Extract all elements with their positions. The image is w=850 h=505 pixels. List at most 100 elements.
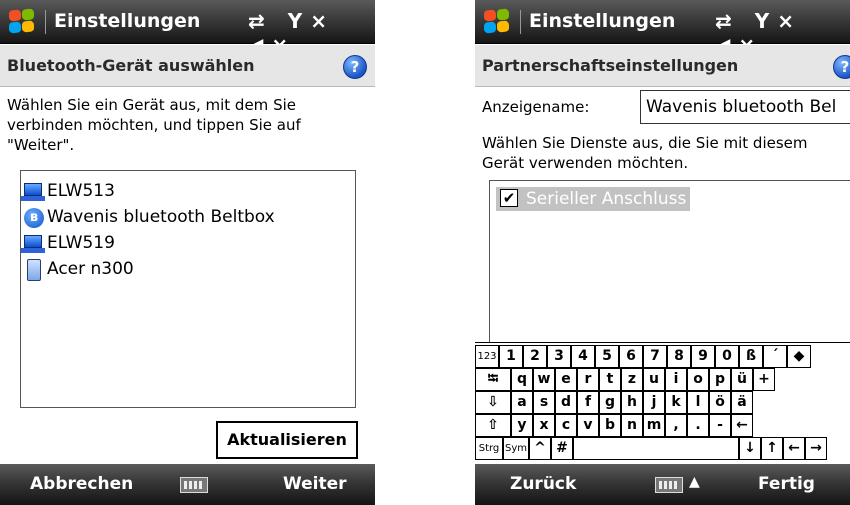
key-left[interactable]: ← (783, 437, 805, 460)
soft-input-keyboard: 123 1 2 3 4 5 6 7 8 9 0 ß ´ ◆ ⭾ q w e r … (475, 342, 850, 464)
key-ae[interactable]: ä (731, 391, 753, 414)
computer-icon (21, 235, 45, 253)
key-period[interactable]: . (687, 414, 709, 437)
key-2[interactable]: 2 (523, 345, 547, 368)
input-panel-arrow-icon[interactable]: ▲ (689, 474, 700, 490)
key-w[interactable]: w (533, 368, 555, 391)
key-c[interactable]: c (555, 414, 577, 437)
key-oe[interactable]: ö (709, 391, 731, 414)
back-softkey[interactable]: Zurück (510, 474, 576, 494)
key-h[interactable]: h (621, 391, 643, 414)
device-label: ELW513 (47, 181, 115, 201)
page-title: Partnerschaftseinstellungen (482, 56, 739, 75)
key-backspace[interactable]: ◆ (787, 345, 811, 368)
key-5[interactable]: 5 (595, 345, 619, 368)
key-7[interactable]: 7 (643, 345, 667, 368)
title-bar: Einstellungen ⇄ Y× ◀× (0, 0, 375, 57)
key-6[interactable]: 6 (619, 345, 643, 368)
cancel-softkey[interactable]: Abbrechen (30, 474, 133, 494)
key-a[interactable]: a (511, 391, 533, 414)
display-name-label: Anzeigename: (482, 98, 590, 116)
key-f[interactable]: f (577, 391, 599, 414)
device-label: Wavenis bluetooth Beltbox (47, 207, 275, 227)
display-name-field[interactable]: Wavenis bluetooth Bel (640, 90, 850, 124)
page-header: Bluetooth-Gerät auswählen ? (0, 45, 375, 87)
key-shift[interactable]: ⇧ (475, 414, 511, 437)
key-right[interactable]: → (805, 437, 827, 460)
key-g[interactable]: g (599, 391, 621, 414)
key-enter[interactable]: ← (731, 414, 753, 437)
key-t[interactable]: t (599, 368, 621, 391)
key-4[interactable]: 4 (571, 345, 595, 368)
computer-icon (21, 183, 45, 201)
window-title: Einstellungen (529, 10, 676, 32)
done-softkey[interactable]: Fertig (758, 474, 815, 494)
key-tab[interactable]: ⭾ (475, 368, 511, 391)
key-123[interactable]: 123 (475, 345, 499, 368)
key-0[interactable]: 0 (715, 345, 739, 368)
pda-icon (27, 259, 41, 281)
list-item-service[interactable]: ✔ Serieller Anschluss (496, 187, 691, 211)
key-p[interactable]: p (709, 368, 731, 391)
keyboard-icon[interactable] (180, 477, 208, 493)
key-up[interactable]: ↑ (761, 437, 783, 460)
key-space[interactable] (573, 437, 739, 460)
key-ue[interactable]: ü (731, 368, 753, 391)
service-label: Serieller Anschluss (526, 189, 687, 209)
partnership-settings-screen: Einstellungen ⇄ Y× ◀× Partnerschaftseins… (475, 0, 850, 505)
key-eszett[interactable]: ß (739, 345, 763, 368)
service-list[interactable]: ✔ Serieller Anschluss (489, 180, 850, 344)
refresh-button[interactable]: Aktualisieren (216, 421, 358, 459)
key-r[interactable]: r (577, 368, 599, 391)
key-9[interactable]: 9 (691, 345, 715, 368)
checkbox-serial-port[interactable]: ✔ (500, 189, 518, 207)
device-list[interactable]: ELW513 ʙ Wavenis bluetooth Beltbox ELW51… (20, 170, 356, 408)
key-q[interactable]: q (511, 368, 533, 391)
key-minus[interactable]: - (709, 414, 731, 437)
windows-start-icon[interactable] (483, 8, 511, 35)
key-caps[interactable]: ⇩ (475, 391, 511, 414)
key-u[interactable]: u (643, 368, 665, 391)
key-ctrl[interactable]: Strg (475, 437, 503, 460)
key-comma[interactable]: , (665, 414, 687, 437)
key-i[interactable]: i (665, 368, 687, 391)
key-8[interactable]: 8 (667, 345, 691, 368)
key-caret[interactable]: ^ (529, 437, 551, 460)
device-label: ELW519 (47, 233, 115, 253)
key-plus[interactable]: + (753, 368, 775, 391)
key-l[interactable]: l (687, 391, 709, 414)
key-x[interactable]: x (533, 414, 555, 437)
title-bar: Einstellungen ⇄ Y× ◀× (475, 0, 850, 57)
window-title: Einstellungen (54, 10, 201, 32)
next-softkey[interactable]: Weiter (283, 474, 347, 494)
softkey-bar: Abbrechen Weiter (0, 464, 375, 505)
key-hash[interactable]: # (551, 437, 573, 460)
keyboard-icon[interactable] (655, 477, 683, 493)
key-b[interactable]: b (599, 414, 621, 437)
help-icon[interactable]: ? (343, 55, 367, 79)
device-label: Acer n300 (47, 259, 134, 279)
key-j[interactable]: j (643, 391, 665, 414)
key-v[interactable]: v (577, 414, 599, 437)
key-e[interactable]: e (555, 368, 577, 391)
key-o[interactable]: o (687, 368, 709, 391)
key-m[interactable]: m (643, 414, 665, 437)
key-1[interactable]: 1 (499, 345, 523, 368)
key-y[interactable]: y (511, 414, 533, 437)
key-3[interactable]: 3 (547, 345, 571, 368)
page-title: Bluetooth-Gerät auswählen (7, 56, 255, 75)
windows-start-icon[interactable] (8, 8, 36, 35)
key-down[interactable]: ↓ (739, 437, 761, 460)
instruction-text: Wählen Sie ein Gerät aus, mit dem Sie ve… (7, 96, 301, 154)
key-sym[interactable]: Sym (503, 437, 529, 460)
key-z[interactable]: z (621, 368, 643, 391)
key-n[interactable]: n (621, 414, 643, 437)
help-icon[interactable]: ? (833, 55, 850, 79)
softkey-bar: Zurück ▲ Fertig (475, 464, 850, 505)
instruction-text: Wählen Sie Dienste aus, die Sie mit dies… (482, 134, 808, 172)
key-accent[interactable]: ´ (763, 345, 787, 368)
key-d[interactable]: d (555, 391, 577, 414)
key-s[interactable]: s (533, 391, 555, 414)
key-k[interactable]: k (665, 391, 687, 414)
bluetooth-icon: ʙ (24, 208, 44, 228)
